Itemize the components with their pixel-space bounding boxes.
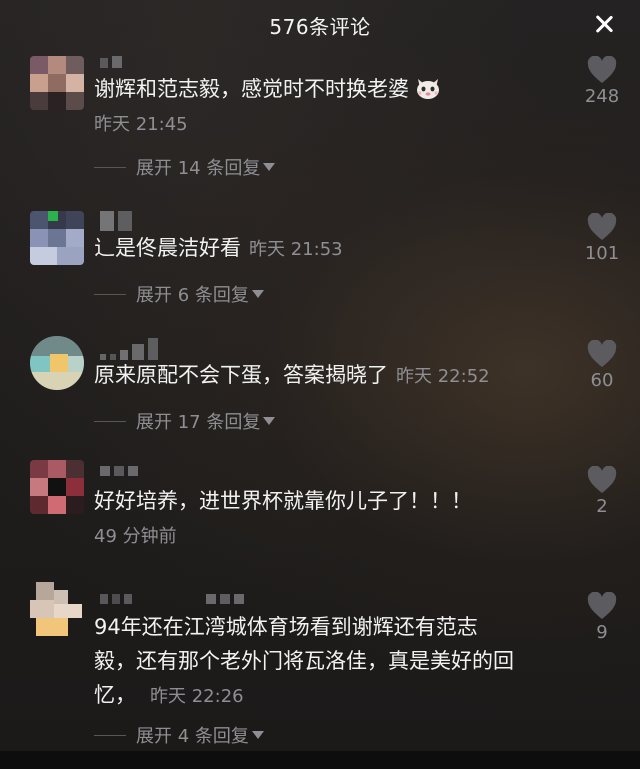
like-button[interactable]: 101: [578, 213, 626, 264]
expand-replies-button[interactable]: 展开 14 条回复: [94, 154, 276, 180]
like-count: 248: [584, 86, 620, 107]
comment-text: 谢辉和范志毅，感觉时不时换老婆: [94, 72, 441, 106]
bottom-bar: [0, 751, 640, 769]
comment-text: 辶是佟晨洁好看 昨天 21:53: [94, 236, 343, 260]
comment-text: 好好培养，进世界杯就靠你儿子了！！！: [94, 489, 472, 513]
comment-text: 94年还在江湾城体育场看到谢辉还有范志 毅，还有那个老外门将瓦洛佳，真是美好的回…: [94, 615, 514, 707]
avatar[interactable]: [30, 211, 84, 265]
comments-header: 576条评论: [0, 0, 640, 50]
avatar[interactable]: [30, 336, 84, 390]
avatar[interactable]: [30, 460, 84, 514]
heart-icon: [587, 466, 617, 493]
close-icon[interactable]: [592, 12, 616, 36]
like-count: 101: [584, 243, 620, 264]
comment-time: 昨天 21:45: [94, 114, 188, 135]
username-redacted[interactable]: [100, 56, 122, 68]
comment-time: 昨天 22:52: [396, 366, 490, 387]
like-button[interactable]: 2: [578, 466, 626, 517]
heart-icon: [587, 213, 617, 240]
expand-replies-button[interactable]: 展开 17 条回复: [94, 408, 276, 434]
caret-down-icon: [263, 163, 276, 171]
like-count: 60: [590, 370, 614, 391]
like-button[interactable]: 9: [578, 592, 626, 643]
heart-icon: [587, 592, 617, 619]
like-button[interactable]: 60: [578, 340, 626, 391]
comment-time: 49 分钟前: [94, 526, 177, 547]
heart-icon: [587, 340, 617, 367]
cat-emoji-icon: [415, 76, 441, 100]
like-count: 9: [596, 622, 608, 643]
expand-replies-button[interactable]: 展开 4 条回复: [94, 722, 264, 748]
heart-icon: [587, 56, 617, 83]
like-button[interactable]: 248: [578, 56, 626, 107]
comment-time: 昨天 21:53: [249, 239, 343, 260]
comment-text: 原来原配不会下蛋，答案揭晓了 昨天 22:52: [94, 363, 490, 387]
caret-down-icon: [263, 417, 276, 425]
username-redacted[interactable]: [100, 338, 158, 360]
avatar[interactable]: [30, 56, 84, 110]
caret-down-icon: [251, 290, 264, 298]
caret-down-icon: [251, 731, 264, 739]
username-redacted[interactable]: [100, 211, 132, 231]
avatar[interactable]: [30, 582, 84, 636]
username-redacted[interactable]: [100, 466, 138, 476]
comment-time: 昨天 22:26: [150, 686, 244, 707]
comments-title: 576条评论: [269, 14, 371, 39]
like-count: 2: [596, 496, 608, 517]
username-redacted[interactable]: [100, 594, 244, 604]
expand-replies-button[interactable]: 展开 6 条回复: [94, 281, 264, 307]
